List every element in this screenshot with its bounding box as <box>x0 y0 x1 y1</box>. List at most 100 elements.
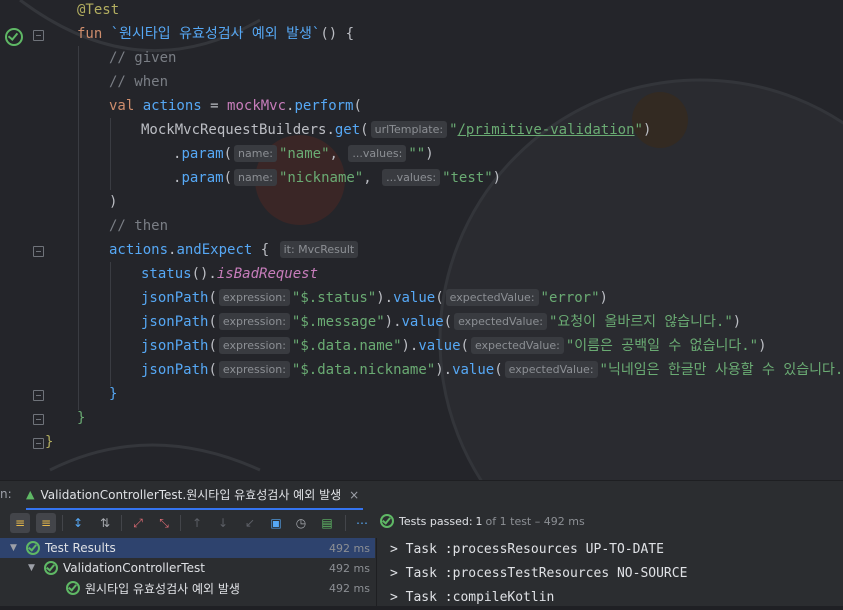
code-token: actions <box>109 242 169 258</box>
parameter-hint: name: <box>234 145 277 162</box>
tree-item-label: 원시타입 유효성검사 예외 발생 <box>85 581 240 596</box>
run-tab-bar: n: ▲ ValidationControllerTest.원시타입 유효성검사… <box>0 481 843 510</box>
code-line[interactable]: status().isBadRequest <box>141 262 318 286</box>
code-token: ( <box>353 98 362 114</box>
open-report-icon[interactable]: ▤ <box>317 513 337 533</box>
code-token: "" <box>408 146 426 162</box>
code-line[interactable]: } <box>45 430 53 454</box>
run-tab[interactable]: ▲ ValidationControllerTest.원시타입 유효성검사 예외… <box>26 481 364 510</box>
fold-icon[interactable] <box>33 414 44 425</box>
parameter-hint: expression: <box>218 313 290 330</box>
code-line[interactable]: jsonPath(expression: "$.data.name").value… <box>141 334 767 358</box>
fold-icon[interactable] <box>33 438 44 449</box>
code-line[interactable]: // given <box>109 46 176 70</box>
parameter-hint: expression: <box>218 361 290 378</box>
code-line[interactable]: .param(name: "nickname", ...values: "test"… <box>173 166 501 190</box>
code-token: ( <box>360 122 369 138</box>
run-label: n: <box>0 487 12 501</box>
chevron-down-icon[interactable]: ▼ <box>10 543 20 553</box>
status-detail: of 1 test – 492 ms <box>485 514 585 528</box>
tree-item-test-results[interactable]: ▼ Test Results 492 ms <box>0 538 375 558</box>
export-icon[interactable]: ▣ <box>266 513 286 533</box>
code-token: ). <box>401 338 419 354</box>
code-token: // given <box>109 50 177 66</box>
test-results-tree[interactable]: ▼ Test Results 492 ms ▼ ValidationContro… <box>0 538 375 606</box>
code-token: ). <box>376 290 394 306</box>
sort-alpha-icon[interactable]: ↕ <box>68 513 88 533</box>
close-icon[interactable]: × <box>349 488 359 502</box>
code-line[interactable]: // when <box>109 70 168 94</box>
code-line[interactable]: actions.andExpect { it: MvcResult <box>109 238 360 262</box>
passed-icon <box>66 581 80 595</box>
code-token: " <box>634 122 643 138</box>
code-token: ) <box>758 338 767 354</box>
tree-item-test-class[interactable]: ▼ ValidationControllerTest 492 ms <box>0 558 375 578</box>
tree-item-test-method[interactable]: 원시타입 유효성검사 예외 발생 492 ms <box>0 578 375 598</box>
expand-all-icon[interactable]: ⤢ <box>128 513 148 533</box>
panel-splitter[interactable] <box>376 538 377 606</box>
code-token: value <box>452 362 495 378</box>
code-token: "닉네임은 한글만 사용할 수 있습니다." <box>599 362 843 378</box>
fold-icon[interactable] <box>33 246 44 257</box>
code-line[interactable]: fun `원시타입 유효성검사 예외 발생`() { <box>77 22 354 46</box>
code-token: MockMvcRequestBuilders <box>141 122 327 138</box>
code-token: { <box>252 242 278 258</box>
code-token: value <box>393 290 436 306</box>
code-token: ( <box>435 290 444 306</box>
code-token: () { <box>320 26 355 42</box>
parameter-hint: expectedValue: <box>470 337 564 354</box>
show-passed-icon[interactable]: ≡ <box>10 513 30 533</box>
code-token: ). <box>435 362 453 378</box>
sort-duration-icon[interactable]: ⇅ <box>95 513 115 533</box>
console-output[interactable]: > Task :processResources UP-TO-DATE > Ta… <box>390 538 843 606</box>
code-token: value <box>418 338 461 354</box>
status-passed-label: Tests passed: <box>399 514 473 528</box>
code-line[interactable]: ) <box>109 190 117 214</box>
tree-item-time: 492 ms <box>329 561 370 575</box>
next-failed-icon[interactable]: ↓ <box>213 513 233 533</box>
code-token: ( <box>443 314 453 330</box>
code-line[interactable]: MockMvcRequestBuilders.get(urlTemplate: "… <box>141 118 651 142</box>
collapse-all-icon[interactable]: ⤡ <box>154 513 174 533</box>
code-token: /primitive-validation <box>457 122 635 138</box>
code-line[interactable]: } <box>77 406 85 430</box>
code-token: , <box>329 146 347 162</box>
code-line[interactable]: .param(name: "name", ...values: "") <box>173 142 434 166</box>
code-line[interactable]: jsonPath(expression: "$.data.nickname").v… <box>141 358 843 382</box>
show-ignored-icon[interactable]: ≡ <box>36 513 56 533</box>
code-token: param <box>181 170 224 186</box>
console-line: > Task :processTestResources NO-SOURCE <box>390 566 688 581</box>
code-token: ( <box>208 338 217 354</box>
console-line: > Task :processResources UP-TO-DATE <box>390 542 664 557</box>
code-token: jsonPath <box>141 362 209 378</box>
history-icon[interactable]: ◷ <box>291 513 311 533</box>
code-token: perform <box>294 98 354 114</box>
code-token: ) <box>599 290 608 306</box>
code-token: jsonPath <box>141 338 209 354</box>
code-token: status <box>141 266 192 282</box>
code-line[interactable]: jsonPath(expression: "$.status").value(ex… <box>141 286 608 310</box>
code-line[interactable]: } <box>109 382 117 406</box>
test-passed-run-icon[interactable] <box>5 28 23 46</box>
code-token: "test" <box>442 170 493 186</box>
code-token: ) <box>492 170 502 186</box>
chevron-down-icon[interactable]: ▼ <box>28 563 38 573</box>
code-line[interactable]: @Test <box>77 0 119 22</box>
previous-failed-icon[interactable]: ↑ <box>187 513 207 533</box>
parameter-hint: it: MvcResult <box>279 241 359 258</box>
code-token: } <box>109 386 118 402</box>
code-token: ( <box>494 362 503 378</box>
code-editor[interactable]: @Test fun `원시타입 유효성검사 예외 발생`() { // given /… <box>0 0 843 480</box>
more-icon[interactable]: ⋯ <box>352 513 372 533</box>
code-line[interactable]: // then <box>109 214 168 238</box>
run-tool-window: n: ▲ ValidationControllerTest.원시타입 유효성검사… <box>0 480 843 606</box>
code-token: " <box>449 122 458 138</box>
indent-guide <box>78 46 79 410</box>
tree-item-time: 492 ms <box>329 541 370 555</box>
toolbar-separator <box>180 515 181 531</box>
import-tests-icon[interactable]: ↙ <box>240 513 260 533</box>
fold-icon[interactable] <box>33 30 44 41</box>
code-line[interactable]: jsonPath(expression: "$.message").value(e… <box>141 310 741 334</box>
fold-icon[interactable] <box>33 390 44 401</box>
code-line[interactable]: val actions = mockMvc.perform( <box>109 94 362 118</box>
